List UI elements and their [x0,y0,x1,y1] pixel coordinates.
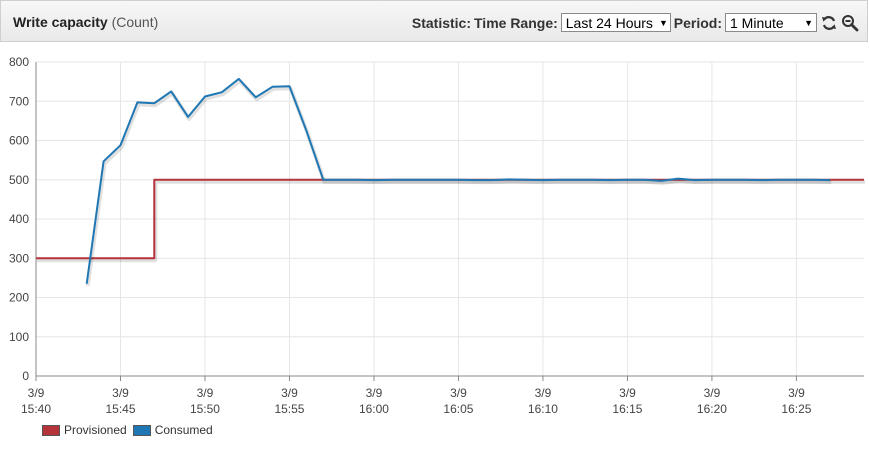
period-value: 1 Minute [730,14,784,31]
dropdown-arrow-icon: ▼ [658,17,668,28]
x-tick-time: 16:00 [359,402,389,416]
metric-name: Write capacity [13,14,108,30]
widget-controls: Statistic: Time Range: Last 24 Hours ▼ P… [412,13,859,32]
y-tick-label: 400 [9,212,29,226]
x-tick-date: 3/9 [112,386,129,400]
widget-header: Write capacity (Count) Statistic: Time R… [0,0,868,42]
x-tick-date: 3/9 [281,386,298,400]
write-capacity-chart: 0 100 200 300 400 500 600 700 800 3/9 15:40 3/9 15:4… [9,55,865,416]
widget-title: Write capacity (Count) [13,14,158,30]
x-tick-date: 3/9 [28,386,45,400]
chart-legend: Provisioned Consumed [42,423,219,437]
dropdown-arrow-icon: ▼ [804,17,813,28]
refresh-icon[interactable] [820,14,838,32]
x-tick-time: 15:40 [21,402,51,416]
statistic-label: Statistic: [411,14,471,31]
y-tick-label: 100 [9,330,29,344]
legend-label-provisioned: Provisioned [64,423,127,437]
series-line-provisioned-shadow [37,179,865,263]
x-tick-time: 16:05 [443,402,473,416]
y-tick-label: 600 [9,134,29,148]
y-tick-label: 700 [9,94,29,108]
time-range-select[interactable]: Last 24 Hours ▼ [560,13,671,32]
y-tick-label: 800 [9,55,29,69]
x-tick-time: 15:50 [190,402,220,416]
x-tick-time: 16:10 [528,402,558,416]
x-tick-time: 16:15 [612,402,642,416]
time-range-value: Last 24 Hours [565,14,653,31]
x-tick-time: 15:45 [105,402,135,416]
legend-label-consumed: Consumed [154,423,213,437]
y-tick-label: 0 [22,369,29,383]
x-tick-date: 3/9 [366,386,383,400]
provisioned-swatch [42,424,60,436]
x-tick-date: 3/9 [535,386,552,400]
legend-item-provisioned[interactable]: Provisioned [42,423,127,437]
metric-unit: (Count) [111,14,159,30]
period-select[interactable]: 1 Minute ▼ [725,13,817,32]
x-tick-date: 3/9 [704,386,721,400]
x-tick-date: 3/9 [619,386,636,400]
y-tick-label: 500 [9,173,29,187]
time-range-label: Time Range: [474,14,558,31]
x-tick-time: 16:20 [697,402,727,416]
consumed-swatch [132,424,151,436]
x-tick-time: 15:55 [274,402,304,416]
zoom-out-icon[interactable] [841,14,859,32]
period-label: Period: [673,14,722,31]
legend-item-consumed[interactable]: Consumed [132,423,213,437]
y-tick-label: 300 [9,251,29,265]
x-tick-date: 3/9 [450,386,467,400]
x-tick-date: 3/9 [197,386,214,400]
x-tick-date: 3/9 [788,386,805,400]
x-tick-time: 16:25 [781,402,811,416]
y-tick-label: 200 [9,291,29,305]
